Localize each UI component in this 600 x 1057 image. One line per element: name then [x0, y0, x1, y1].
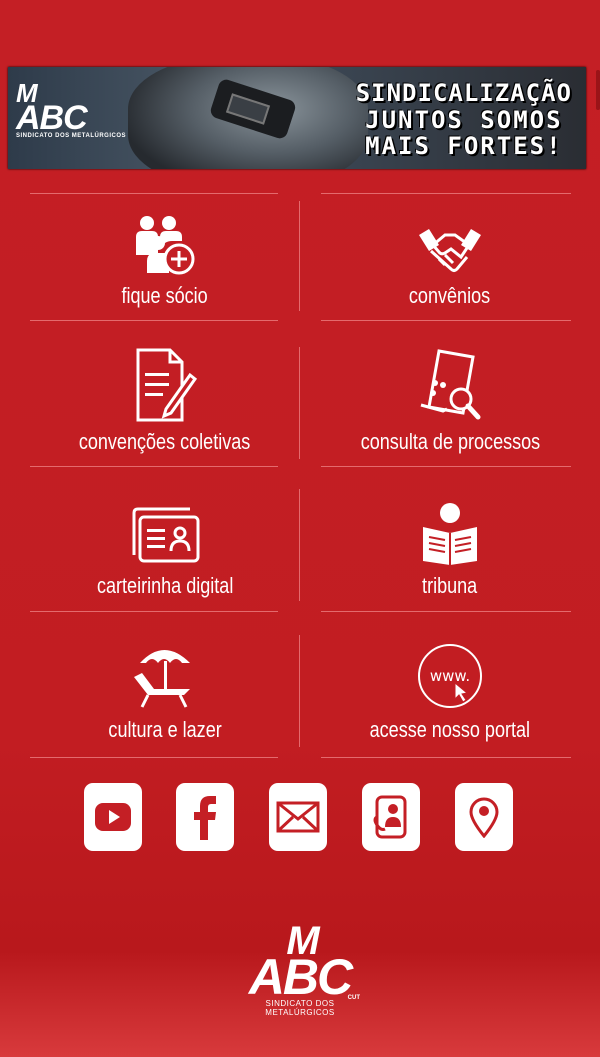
divider: [299, 201, 300, 311]
banner-line-3: MAIS FORTES!: [365, 132, 563, 160]
divider: [30, 193, 278, 194]
facebook-button[interactable]: [176, 783, 234, 851]
document-pen-icon: [136, 348, 198, 422]
email-button[interactable]: [269, 783, 327, 851]
facebook-icon: [194, 796, 216, 840]
phone-contact-button[interactable]: [362, 783, 420, 851]
logo-text: ABC: [16, 99, 88, 137]
menu-item-label: cultura e lazer: [108, 717, 222, 742]
handshake-icon: [419, 229, 481, 272]
divider: [321, 320, 571, 321]
map-pin-icon: [469, 797, 499, 838]
divider: [30, 320, 278, 321]
menu-item-label: acesse nosso portal: [369, 717, 531, 742]
menu-item-label: convênios: [409, 283, 491, 308]
menu-item-consulta-processos[interactable]: consulta de processos: [330, 343, 570, 455]
reader-icon: [423, 503, 477, 565]
menu-item-convenios[interactable]: convênios: [330, 203, 570, 309]
www-icon: www.: [418, 644, 482, 708]
menu-item-convencoes-coletivas[interactable]: convenções coletivas: [45, 343, 285, 455]
menu-item-cultura-lazer[interactable]: cultura e lazer: [45, 633, 285, 743]
menu-item-label: convenções coletivas: [79, 429, 251, 454]
banner-line-1: SINDICALIZAÇÃO: [355, 79, 572, 107]
social-links: [84, 783, 524, 853]
location-button[interactable]: [455, 783, 513, 851]
divider: [321, 466, 571, 467]
divider: [321, 193, 571, 194]
banner-line-2: JUNTOS SOMOS: [365, 106, 563, 134]
youtube-button[interactable]: [84, 783, 142, 851]
svg-text:www.: www.: [430, 667, 470, 685]
email-icon: [276, 801, 320, 833]
document-search-icon: [420, 349, 481, 420]
divider: [30, 757, 278, 758]
logo-tag: CUT: [347, 995, 360, 1001]
scrollbar[interactable]: [596, 70, 600, 110]
logo-text: ABC: [248, 949, 353, 1005]
banner-logo: M ABC SINDICATO DOS METALÚRGICOS: [16, 80, 127, 139]
divider: [299, 347, 300, 459]
divider: [30, 611, 278, 612]
logo-subtitle: SINDICATO DOS METALÚRGICOS: [16, 133, 127, 139]
banner-text: SINDICALIZAÇÃO JUNTOS SOMOS MAIS FORTES!: [356, 79, 572, 159]
menu-item-tribuna[interactable]: tribuna: [330, 489, 570, 599]
beach-chair-icon: [134, 650, 190, 708]
menu-item-label: fique sócio: [121, 283, 209, 308]
divider: [30, 466, 278, 467]
divider: [321, 757, 571, 758]
id-card-icon: [132, 507, 200, 563]
menu-item-carteirinha-digital[interactable]: carteirinha digital: [45, 489, 285, 599]
menu-item-acesse-portal[interactable]: www. acesse nosso portal: [330, 633, 570, 743]
add-user-icon: [136, 216, 195, 275]
menu-item-label: carteirinha digital: [96, 573, 234, 598]
promo-banner[interactable]: M ABC SINDICATO DOS METALÚRGICOS SINDICA…: [8, 67, 586, 169]
divider: [299, 489, 300, 601]
divider: [299, 635, 300, 747]
menu-item-fique-socio[interactable]: fique sócio: [45, 203, 285, 309]
footer-logo: M ABC SINDICATO DOS METALÚRGICOS CUT: [236, 921, 364, 1017]
divider: [321, 611, 571, 612]
menu-item-label: consulta de processos: [360, 429, 540, 454]
phone-contact-icon: [373, 795, 407, 839]
youtube-icon: [95, 803, 131, 831]
menu-item-label: tribuna: [422, 573, 478, 598]
